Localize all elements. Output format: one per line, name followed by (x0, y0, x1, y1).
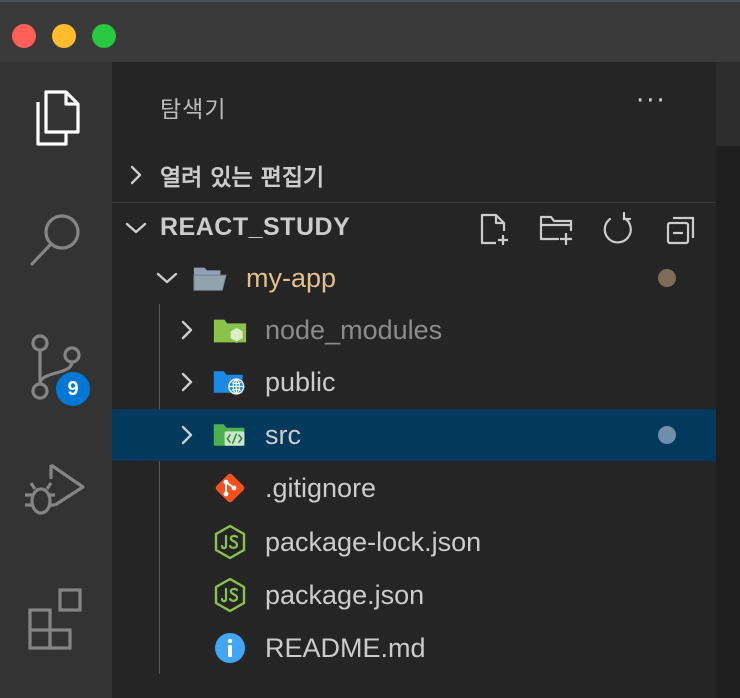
chevron-right-icon (130, 165, 142, 185)
refresh-button[interactable] (598, 211, 638, 247)
tree-item-label: node_modules (265, 314, 443, 345)
tree-item-public[interactable]: public (112, 356, 716, 408)
search-icon (30, 214, 80, 266)
editor-area (716, 62, 740, 698)
src-folder-icon (213, 424, 245, 446)
activity-search[interactable] (0, 184, 112, 296)
public-folder-icon (213, 371, 245, 395)
collapse-all-icon (666, 216, 695, 245)
nodejs-icon (214, 577, 246, 613)
chevron-down-icon (125, 222, 147, 233)
tree-item-label: my-app (246, 262, 337, 293)
activity-source-control[interactable] (0, 312, 112, 424)
extensions-icon (28, 588, 82, 650)
chevron-right-icon (181, 320, 193, 340)
collapse-all-button[interactable] (660, 211, 700, 247)
tree-item-node-modules[interactable]: node_modules (112, 304, 716, 356)
sidebar-title: 탐색기 (160, 97, 227, 123)
new-file-button[interactable] (474, 211, 514, 247)
tree-item-package-json[interactable]: package.json (112, 569, 716, 621)
explorer-sidebar: 탐색기 ··· 열려 있는 편집기 REACT_STUDY my-app nod… (112, 62, 716, 698)
tree-item-my-app[interactable]: my-app (112, 252, 716, 304)
editor-tab-bar (716, 62, 740, 146)
tree-item-gitignore[interactable]: .gitignore (112, 462, 716, 514)
more-actions-button[interactable]: ··· (636, 86, 667, 116)
tree-item-label: public (265, 366, 336, 397)
tree-item-label: package-lock.json (265, 526, 482, 557)
activity-run-debug[interactable] (0, 434, 112, 546)
tree-item-label: README.md (265, 632, 426, 663)
new-folder-button[interactable] (536, 211, 576, 247)
workspace-root-label: REACT_STUDY (160, 213, 351, 241)
new-file-icon (480, 213, 508, 245)
chevron-right-icon (181, 425, 193, 445)
chevron-down-icon (156, 272, 178, 284)
tree-item-package-lock-json[interactable]: package-lock.json (112, 516, 716, 568)
workspace-root-section[interactable]: REACT_STUDY (112, 202, 716, 252)
window-maximize-button[interactable] (92, 24, 116, 48)
files-icon (36, 90, 80, 146)
node-folder-icon (213, 319, 247, 344)
source-control-badge: 9 (54, 370, 92, 408)
folder-open-icon (193, 267, 227, 291)
activity-bar: 9 (0, 62, 112, 698)
tree-item-label: package.json (265, 579, 425, 610)
tree-item-readme-md[interactable]: README.md (112, 622, 716, 674)
nodejs-icon (214, 524, 246, 560)
git-icon (215, 473, 245, 503)
new-folder-icon (539, 215, 573, 245)
tree-item-src[interactable]: src (112, 409, 716, 461)
open-editors-label: 열려 있는 편집기 (160, 165, 325, 191)
activity-extensions[interactable] (0, 562, 112, 674)
tree-item-label: src (265, 419, 301, 450)
refresh-icon (603, 211, 632, 244)
info-icon (215, 633, 245, 663)
run-debug-icon (25, 463, 85, 515)
modified-dot (658, 269, 676, 287)
chevron-right-icon (181, 372, 193, 392)
tree-item-label: .gitignore (265, 472, 377, 503)
modified-dot (658, 426, 676, 444)
window-close-button[interactable] (12, 24, 36, 48)
window-minimize-button[interactable] (52, 24, 76, 48)
title-bar (0, 0, 740, 62)
activity-explorer[interactable] (0, 62, 112, 174)
open-editors-section[interactable]: 열려 있는 편집기 (112, 150, 716, 200)
